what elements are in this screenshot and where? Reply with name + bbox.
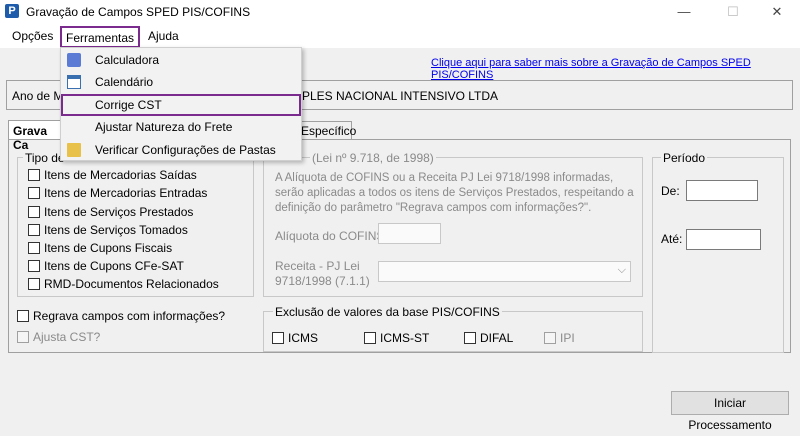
checkbox[interactable] [28,242,40,254]
tipo-item[interactable]: Itens de Cupons Fiscais [28,241,172,255]
menu-item-label: Calculadora [95,53,160,67]
tab-especifico[interactable]: Específico [296,121,356,139]
checkbox[interactable] [464,332,476,344]
menu-item-ajustar-natureza[interactable]: Ajustar Natureza do Frete [61,116,301,138]
app-icon: P [5,4,19,18]
menu-item-label: Corrige CST [95,98,162,112]
exclusao-icms[interactable]: ICMS [272,331,318,345]
tipo-item[interactable]: Itens de Mercadorias Saídas [28,168,197,182]
menu-item-verificar-pastas[interactable]: Verificar Configurações de Pastas [61,139,301,161]
aliquota-input[interactable] [378,223,441,244]
checkbox[interactable] [364,332,376,344]
tipo-item[interactable]: Itens de Mercadorias Entradas [28,186,207,200]
tipo-item-label: Itens de Mercadorias Saídas [44,168,197,182]
tipo-item-label: Itens de Mercadorias Entradas [44,186,208,200]
tipo-item[interactable]: RMD-Documentos Relacionados [28,277,219,291]
menu-ferramentas[interactable]: Ferramentas [60,26,141,48]
company-name: PLES NACIONAL INTENSIVO LTDA [302,89,499,103]
exclusao-label: IPI [560,331,575,345]
exclusao-group-label: Exclusão de valores da base PIS/COFINS [273,305,502,319]
de-input[interactable] [686,180,758,201]
menu-item-label: Verificar Configurações de Pastas [95,143,276,157]
window-title: Gravação de Campos SPED PIS/COFINS [26,5,251,19]
iniciar-processamento-button[interactable]: Iniciar Processamento [671,391,789,432]
aliquota-label: Alíquota do COFINS [275,229,385,243]
checkbox[interactable] [28,206,40,218]
menu-item-calendario[interactable]: Calendário [61,71,301,93]
lei-group-label: (Lei nº 9.718, de 1998) [310,151,436,165]
checkbox[interactable] [28,278,40,290]
close-button[interactable]: ✕ [754,0,800,24]
tipo-item-label: Itens de Serviços Prestados [44,205,194,219]
exclusao-ipi[interactable]: IPI [544,331,575,345]
title-bar: P Gravação de Campos SPED PIS/COFINS — ☐… [0,0,800,24]
receita-select[interactable]: ⌵ [378,261,631,282]
tipo-item-label: Itens de Cupons Fiscais [44,241,173,255]
checkbox[interactable] [28,169,40,181]
calendar-icon [67,75,81,89]
checkbox[interactable] [28,187,40,199]
tipo-item[interactable]: Itens de Serviços Prestados [28,205,193,219]
regrava-label: Regrava campos com informações? [33,309,226,323]
checkbox[interactable] [272,332,284,344]
exclusao-difal[interactable]: DIFAL [464,331,513,345]
tipo-item-label: Itens de Serviços Tomados [44,223,188,237]
receita-label-line2: 9718/1998 (7.1.1) [275,274,370,288]
exclusao-label: DIFAL [480,331,514,345]
ajusta-cst-checkbox[interactable] [17,331,29,343]
checkbox[interactable] [544,332,556,344]
menu-item-corrige-cst[interactable]: Corrige CST [61,94,301,116]
calculator-icon [67,53,81,67]
tipo-item-label: Itens de Cupons CFe-SAT [44,259,184,273]
ferramentas-dropdown: Calculadora Calendário Corrige CST Ajust… [60,47,302,161]
menu-ajuda[interactable]: Ajuda [144,28,183,44]
tipo-item[interactable]: Itens de Serviços Tomados [28,223,188,237]
checkbox[interactable] [28,260,40,272]
menu-bar: Opções Ferramentas Ajuda [0,24,800,48]
tab-grava-campos[interactable]: Grava Ca [8,120,62,152]
regrava-option[interactable]: Regrava campos com informações? [17,309,225,323]
periodo-group-label: Período [661,151,708,165]
tipo-item-label: RMD-Documentos Relacionados [44,277,219,291]
maximize-button[interactable]: ☐ [710,0,756,24]
menu-opcoes[interactable]: Opções [8,28,57,44]
receita-label-line1: Receita - PJ Lei [275,259,360,273]
checkbox[interactable] [28,224,40,236]
exclusao-label: ICMS [288,331,318,345]
de-label: De: [661,184,680,198]
folder-icon [67,143,81,157]
minimize-button[interactable]: — [661,0,707,24]
menu-item-calculadora[interactable]: Calculadora [61,49,301,71]
help-link[interactable]: Clique aqui para saber mais sobre a Grav… [431,57,800,81]
ate-label: Até: [661,232,683,246]
lei-description: A Alíquota de COFINS ou a Receita PJ Lei… [275,172,634,214]
chevron-down-icon: ⌵ [617,264,626,276]
exclusao-label: ICMS-ST [380,331,430,345]
menu-item-label: Ajustar Natureza do Frete [95,120,233,134]
ajusta-cst-label: Ajusta CST? [33,330,101,344]
tipo-item[interactable]: Itens de Cupons CFe-SAT [28,259,184,273]
ajusta-cst-option[interactable]: Ajusta CST? [17,330,100,344]
regrava-checkbox[interactable] [17,310,29,322]
exclusao-icms-st[interactable]: ICMS-ST [364,331,429,345]
ate-input[interactable] [686,229,761,250]
menu-item-label: Calendário [95,75,154,89]
